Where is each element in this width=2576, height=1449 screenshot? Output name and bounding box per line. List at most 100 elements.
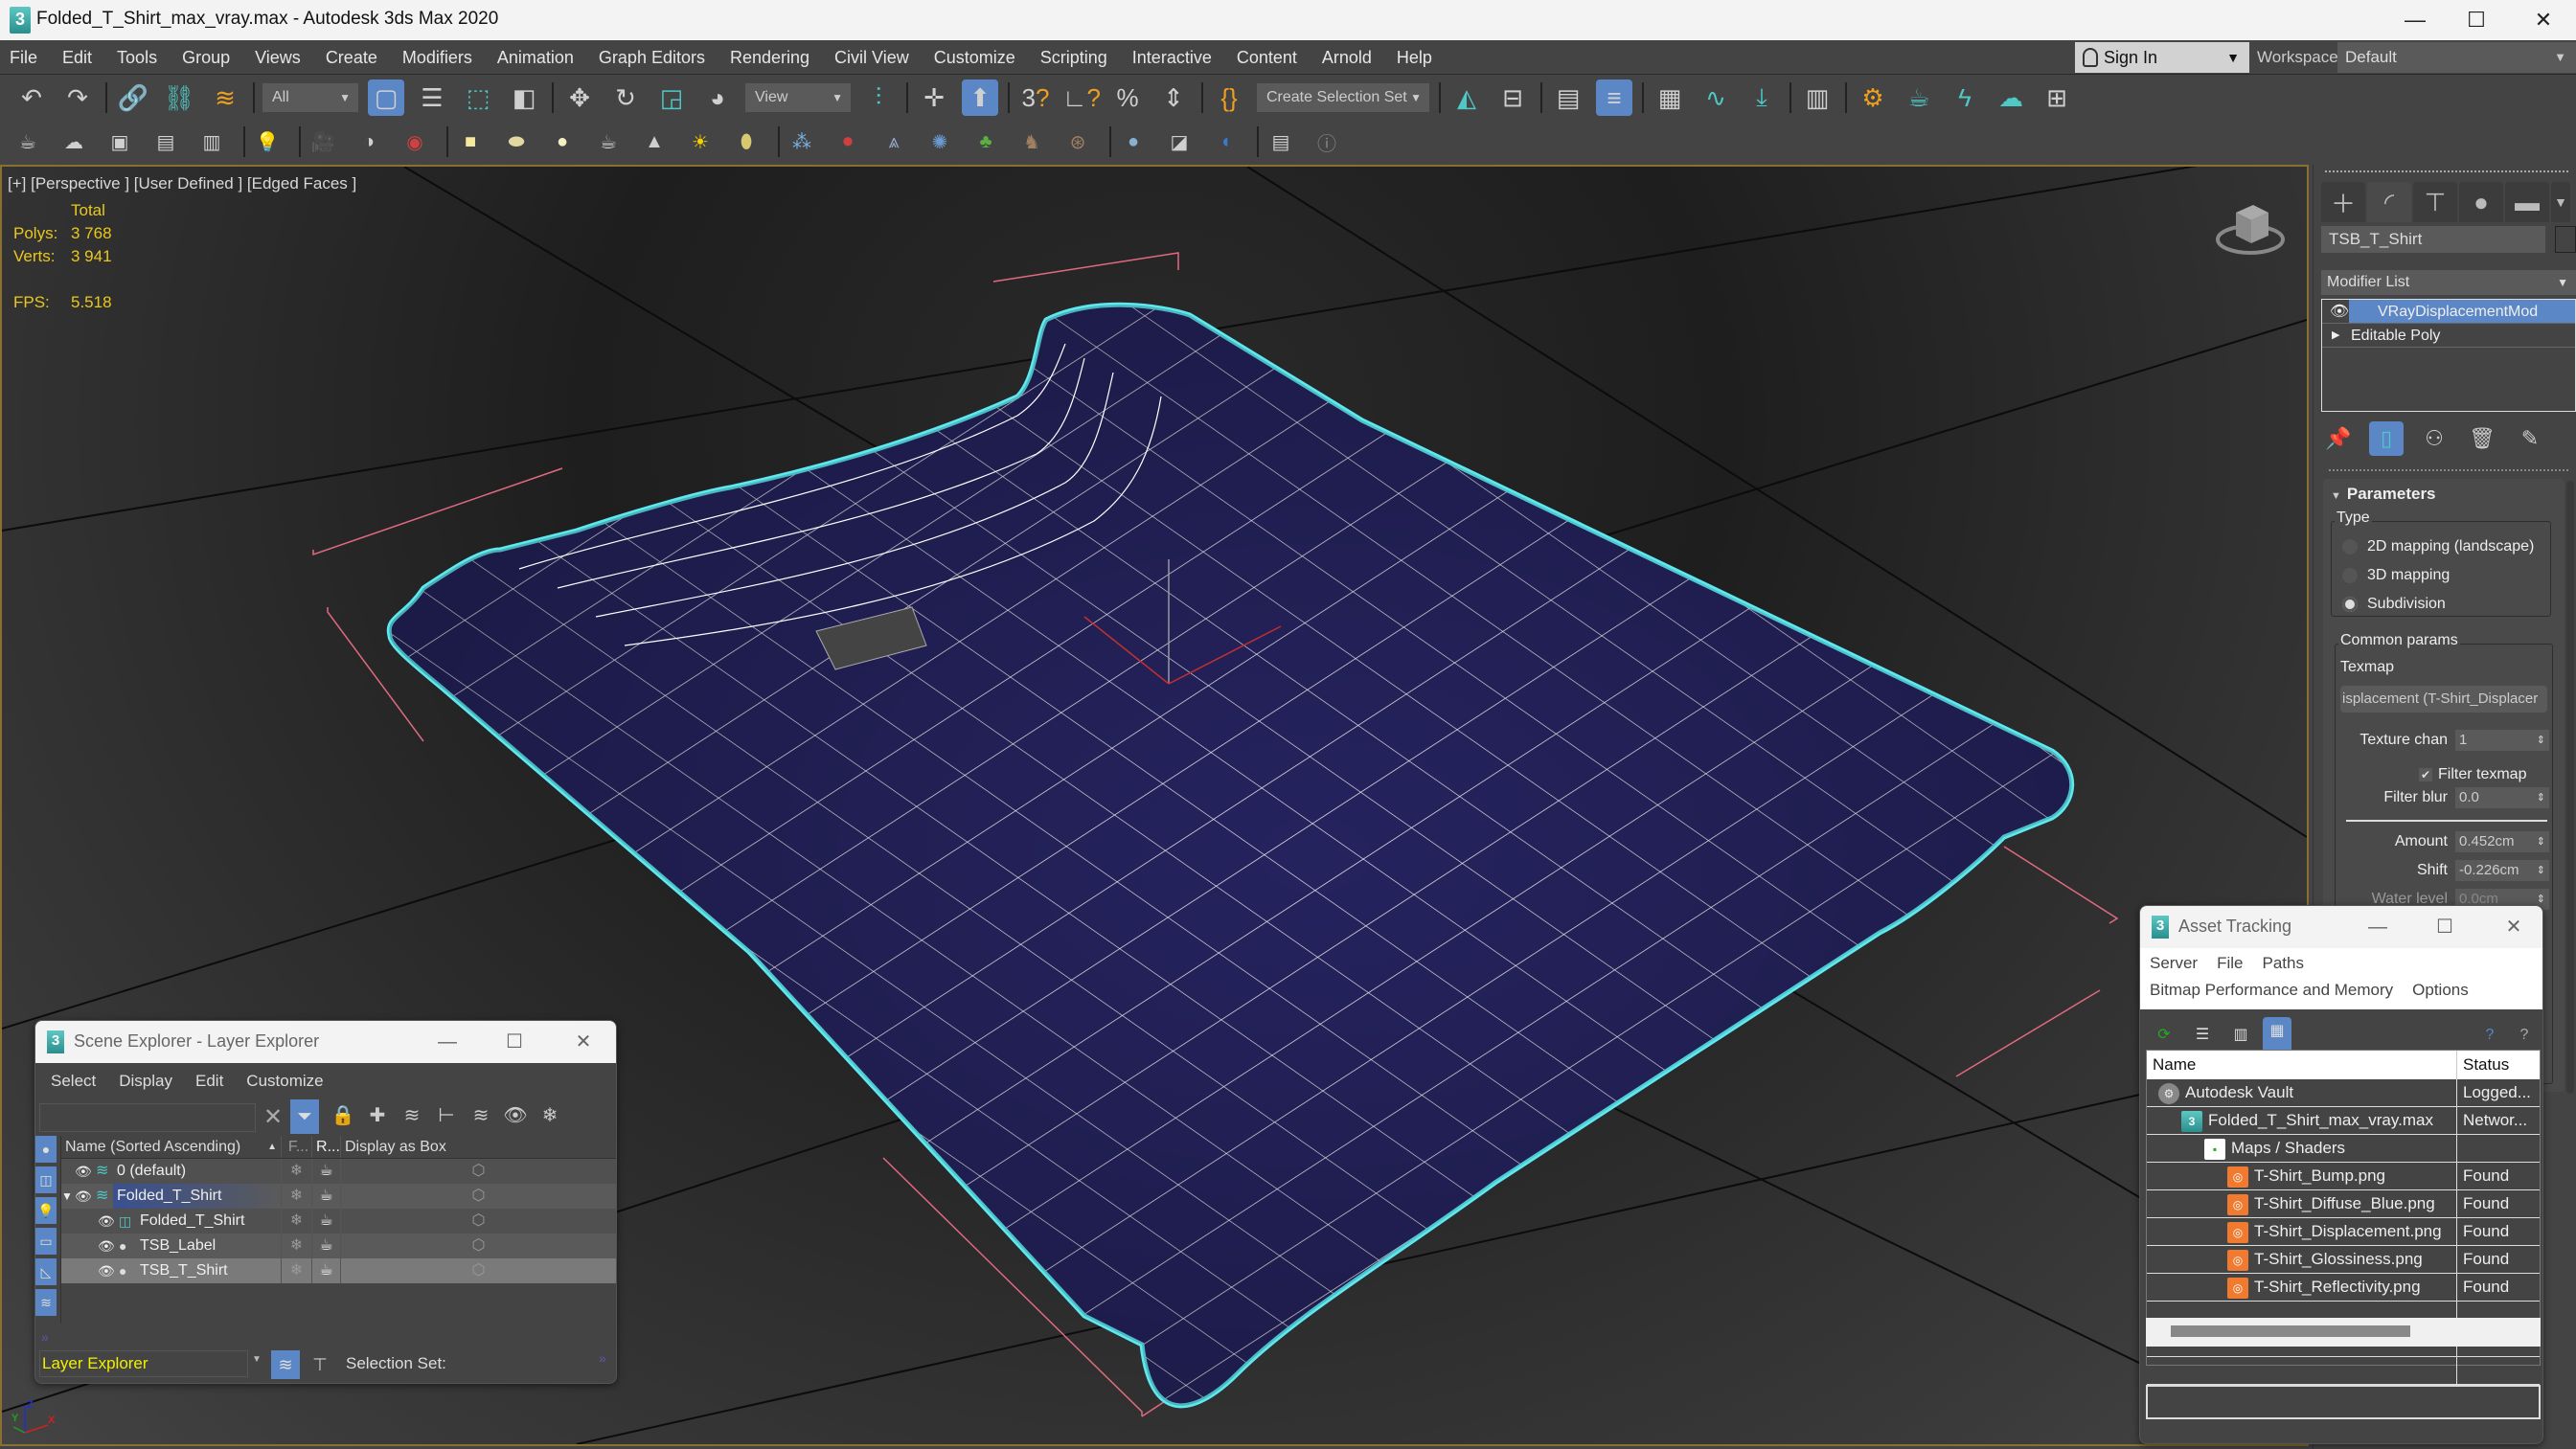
shift-spinner[interactable]: -0.226cm ⇕ [2455,860,2549,881]
sign-in-button[interactable]: Sign In ▼ [2075,42,2249,73]
vray-disk-light-icon[interactable]: ● [548,127,577,156]
snap-toggle-icon[interactable]: 3? [1017,79,1054,116]
filter-icon[interactable]: ⏷ [290,1099,319,1134]
texture-chan-spinner[interactable]: 1 ⇕ [2455,730,2549,751]
select-object-icon[interactable]: ▢ [368,79,404,116]
command-panel-scrollbar[interactable] [2566,481,2574,1094]
renderable-teapot-icon[interactable]: ☕ [312,1258,341,1283]
display-as-box-icon[interactable]: ⬡ [341,1234,616,1258]
eye-icon[interactable]: 👁 [75,1159,92,1184]
vray-fur-icon[interactable]: ⩓ [879,127,908,156]
menu-tools[interactable]: Tools [117,48,157,68]
new-layer-icon[interactable]: ✚ [363,1103,392,1127]
list-view-icon[interactable]: ☰ [2188,1021,2217,1050]
mirror-icon[interactable]: ◭ [1448,79,1485,116]
asset-tracking-titlebar[interactable]: 3 Asset Tracking — ☐ ✕ [2140,906,2542,948]
layer-row[interactable]: 👁 ≋ 0 (default) ❄ ☕ ⬡ [61,1159,616,1184]
rect-selection-icon[interactable]: ⬚ [460,79,496,116]
filter-blur-spinner[interactable]: 0.0 ⇕ [2455,787,2549,808]
more-tabs-chevron-icon[interactable]: ▼ [2551,182,2570,222]
reference-coord-select[interactable]: View ▼ [745,83,851,112]
rotate-icon[interactable]: ↻ [607,79,644,116]
vray-ox-icon[interactable]: ⊛ [1063,127,1092,156]
layer-row[interactable]: 👁 ● TSB_Label ❄ ☕ ⬡ [61,1234,616,1258]
render-cloud-icon[interactable]: ☁ [1993,79,2029,116]
asset-table-hscrollbar[interactable] [2146,1318,2541,1347]
vray-sun-icon[interactable]: ☀ [686,127,715,156]
menu-modifiers[interactable]: Modifiers [402,48,472,68]
vray-proxy-icon[interactable]: ⁂ [787,127,816,156]
spinner-arrows-icon[interactable]: ⇕ [2537,730,2545,751]
scene-explorer-icon[interactable]: ▤ [1550,79,1586,116]
menu-customize[interactable]: Customize [246,1072,323,1091]
spinner-arrows-icon[interactable]: ⇕ [2537,860,2545,881]
column-display-as-box[interactable]: Display as Box [341,1136,616,1158]
modifier-stack-item[interactable]: 👁 VRayDisplacementMod [2322,300,2575,324]
spinner-arrows-icon[interactable]: ⇕ [2537,787,2545,808]
menu-file[interactable]: File [10,48,37,68]
teapot-icon[interactable]: ☕ [13,127,42,156]
close-button[interactable]: ✕ [2495,912,2533,942]
renderable-teapot-icon[interactable]: ☕ [312,1234,341,1258]
render-frame-icon[interactable]: ▣ [105,127,134,156]
eye-icon[interactable]: 👁 [98,1209,115,1234]
freeze-icon[interactable]: ❄ [282,1209,312,1234]
parameters-rollout-header[interactable]: ▼ Parameters [2331,485,2436,504]
named-selection-set-select[interactable]: Create Selection Set ▼ [1257,83,1429,112]
redo-icon[interactable]: ↷ [59,79,96,116]
minimize-button[interactable]: — [428,1027,467,1057]
eye-icon[interactable]: 👁 [98,1258,115,1283]
column-name[interactable]: Name (Sorted Ascending) ▲ [61,1136,282,1158]
asset-row[interactable]: ◎ T-Shirt_Glossiness.png Found [2147,1246,2540,1274]
vray-mesh-light-icon[interactable]: ☕ [594,127,623,156]
divider[interactable] [2329,469,2568,471]
vray-scatter-icon[interactable]: ✺ [925,127,954,156]
menu-interactive[interactable]: Interactive [1132,48,1212,68]
display-as-box-icon[interactable]: ⬡ [341,1184,616,1209]
chevron-down-icon[interactable]: ▼ [252,1354,262,1365]
column-freeze[interactable]: F... [282,1136,312,1158]
object-name-field[interactable]: TSB_T_Shirt [2321,226,2545,253]
spinner-arrows-icon[interactable]: ⇕ [2537,831,2545,852]
layers-icon[interactable]: ≋ [467,1103,495,1127]
maximize-button[interactable]: ☐ [2426,912,2464,942]
sort-by-hierarchy-icon[interactable]: ⊤ [306,1350,334,1379]
help-icon[interactable]: ⓘ [1312,127,1341,156]
radio-3d-mapping[interactable]: 3D mapping [2342,567,2450,584]
vray-dome-camera-icon[interactable]: ◑ [354,127,383,156]
menu-edit[interactable]: Edit [195,1072,223,1091]
display-as-box-icon[interactable]: ⬡ [341,1209,616,1234]
make-current-layer-icon[interactable]: ⊢ [432,1103,461,1127]
render-production-icon[interactable]: ϟ [1947,79,1983,116]
asset-row[interactable]: ◎ T-Shirt_Displacement.png Found [2147,1218,2540,1246]
undo-icon[interactable]: ↶ [13,79,50,116]
clear-search-icon[interactable]: ✕ [263,1103,283,1131]
freeze-icon[interactable]: ❄ [282,1184,312,1209]
freeze-icon[interactable]: ❄ [282,1234,312,1258]
column-status[interactable]: Status [2457,1051,2540,1079]
table-view-icon[interactable]: ▦ [2263,1017,2291,1050]
vray-hair-icon[interactable]: ♞ [1017,127,1046,156]
vray-ies-light-icon[interactable]: ▲ [640,127,669,156]
pin-stack-icon[interactable]: 📌 [2321,421,2356,456]
lock-icon[interactable]: 🔒 [329,1103,357,1127]
spinner-snap-icon[interactable]: ⇕ [1155,79,1192,116]
menu-help[interactable]: Help [1397,48,1432,68]
ribbon-icon[interactable]: ▦ [1652,79,1688,116]
select-manipulate-icon[interactable]: ✛ [916,79,952,116]
vray-material-icon[interactable]: ◪ [1165,127,1194,156]
vray-instancer-icon[interactable]: ⚫ [833,127,862,156]
display-as-box-icon[interactable]: ⬡ [341,1258,616,1283]
panel-drag-handle[interactable] [2325,170,2568,172]
percent-snap-icon[interactable]: % [1109,79,1146,116]
display-as-box-icon[interactable]: ⬡ [341,1159,616,1184]
help-icon[interactable]: ? [2510,1021,2539,1050]
edit-named-selection-icon[interactable]: {} [1211,79,1247,116]
menu-views[interactable]: Views [255,48,301,68]
radio-2d-mapping[interactable]: 2D mapping (landscape) [2342,538,2534,555]
expand-arrow-icon[interactable]: ▶ [2332,324,2339,348]
motion-tab[interactable]: ● [2459,182,2503,222]
asset-row[interactable]: 3 Folded_T_Shirt_max_vray.max Networ... [2147,1107,2540,1135]
placement-icon[interactable]: ◕ [699,79,736,116]
vray-scene-converter-icon[interactable]: ▤ [1266,127,1295,156]
